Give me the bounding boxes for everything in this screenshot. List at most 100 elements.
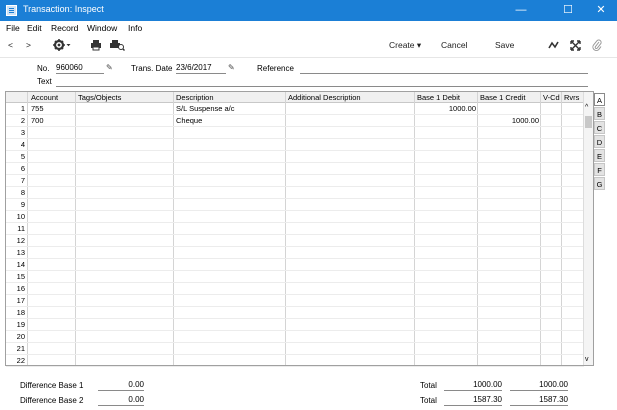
cancel-button[interactable]: Cancel (441, 40, 467, 50)
row-number: 8 (20, 188, 25, 197)
pencil-icon[interactable]: ✎ (228, 63, 235, 72)
table-row[interactable]: 19 (6, 319, 584, 331)
tab-e[interactable]: E (594, 149, 605, 162)
column-base1-credit[interactable]: Base 1 Credit (480, 93, 525, 102)
row-number: 13 (16, 248, 25, 257)
text-field[interactable] (56, 76, 588, 87)
table-row[interactable]: 1 755 S/L Suspense a/c 1000.00 (6, 103, 584, 115)
column-additional-description[interactable]: Additional Description (288, 93, 361, 102)
tab-c[interactable]: C (594, 121, 605, 134)
chevron-up-icon[interactable]: ^ (585, 104, 588, 111)
table-row[interactable]: 5 (6, 151, 584, 163)
trans-date-field[interactable]: 23/6/2017 (176, 63, 226, 74)
row-number: 16 (16, 284, 25, 293)
trans-date-label: Trans. Date (131, 64, 173, 73)
table-row[interactable]: 16 (6, 283, 584, 295)
app-icon (6, 5, 17, 16)
menu-info[interactable]: Info (128, 23, 142, 33)
tab-d[interactable]: D (594, 135, 605, 148)
title-bar: Transaction: Inspect — ☐ ✕ (0, 0, 617, 21)
table-row[interactable]: 13 (6, 247, 584, 259)
table-row[interactable]: 12 (6, 235, 584, 247)
reference-field[interactable] (300, 63, 588, 74)
column-base1-debit[interactable]: Base 1 Debit (417, 93, 460, 102)
toolbar: < > Create ▾ Cancel Save (0, 36, 617, 58)
table-row[interactable]: 18 (6, 307, 584, 319)
column-account[interactable]: Account (31, 93, 58, 102)
save-button[interactable]: Save (495, 40, 514, 50)
row-number: 19 (16, 320, 25, 329)
column-description[interactable]: Description (176, 93, 214, 102)
row-number: 14 (16, 260, 25, 269)
table-row[interactable]: 14 (6, 259, 584, 271)
table-row[interactable]: 6 (6, 163, 584, 175)
minimize-button[interactable]: — (505, 0, 537, 21)
menu-record[interactable]: Record (51, 23, 78, 33)
activity-icon[interactable] (548, 40, 560, 52)
cell-description[interactable]: S/L Suspense a/c (176, 104, 235, 113)
total1-credit: 1000.00 (510, 380, 568, 391)
cell-debit[interactable]: 1000.00 (449, 104, 476, 113)
tab-f[interactable]: F (594, 163, 605, 176)
row-number: 9 (20, 200, 25, 209)
total2-credit: 1587.30 (510, 395, 568, 406)
expand-icon[interactable] (570, 40, 581, 53)
total2-debit: 1587.30 (444, 395, 502, 406)
row-number: 4 (20, 140, 25, 149)
row-number: 2 (20, 116, 25, 125)
table-row[interactable]: 22 (6, 355, 584, 367)
tab-a[interactable]: A (594, 93, 605, 106)
row-number: 17 (16, 296, 25, 305)
table-row[interactable]: 15 (6, 271, 584, 283)
no-label: No. (37, 64, 50, 73)
no-field[interactable]: 960060 (56, 63, 104, 74)
next-record-button[interactable]: > (26, 40, 31, 50)
print-preview-icon[interactable] (109, 39, 125, 53)
cell-account[interactable]: 755 (31, 104, 44, 113)
table-row[interactable]: 3 (6, 127, 584, 139)
row-number: 6 (20, 164, 25, 173)
window-title: Transaction: Inspect (23, 4, 104, 14)
cell-description[interactable]: Cheque (176, 116, 202, 125)
column-rvrs[interactable]: Rvrs (564, 93, 579, 102)
chevron-down-icon[interactable]: v (585, 356, 589, 363)
tab-b[interactable]: B (594, 107, 605, 120)
tab-g[interactable]: G (594, 177, 605, 190)
table-row[interactable]: 2 700 Cheque 1000.00 (6, 115, 584, 127)
table-row[interactable]: 4 (6, 139, 584, 151)
menu-window[interactable]: Window (87, 23, 117, 33)
table-row[interactable]: 10 (6, 211, 584, 223)
pencil-icon[interactable]: ✎ (106, 63, 113, 72)
table-row[interactable]: 9 (6, 199, 584, 211)
table-row[interactable]: 17 (6, 295, 584, 307)
cell-credit[interactable]: 1000.00 (512, 116, 539, 125)
row-number: 12 (16, 236, 25, 245)
vertical-scrollbar[interactable]: ^ v (583, 92, 593, 365)
row-number: 10 (16, 212, 25, 221)
grid-header: Account Tags/Objects Description Additio… (6, 92, 584, 103)
column-tags-objects[interactable]: Tags/Objects (78, 93, 121, 102)
table-row[interactable]: 20 (6, 331, 584, 343)
table-row[interactable]: 8 (6, 187, 584, 199)
table-row[interactable]: 11 (6, 223, 584, 235)
close-button[interactable]: ✕ (585, 0, 617, 21)
menu-file[interactable]: File (6, 23, 20, 33)
row-number: 22 (16, 356, 25, 365)
maximize-button[interactable]: ☐ (552, 0, 584, 21)
cell-account[interactable]: 700 (31, 116, 44, 125)
card-tabs: A B C D E F G (594, 93, 606, 191)
create-button[interactable]: Create ▾ (389, 40, 421, 51)
menu-edit[interactable]: Edit (27, 23, 42, 33)
table-row[interactable]: 7 (6, 175, 584, 187)
paperclip-icon[interactable] (592, 39, 602, 53)
scrollbar-thumb[interactable] (585, 116, 592, 128)
previous-record-button[interactable]: < (8, 40, 13, 50)
row-number: 5 (20, 152, 25, 161)
print-icon[interactable] (90, 39, 102, 53)
difference-base1-value: 0.00 (98, 380, 144, 391)
reference-label: Reference (257, 64, 294, 73)
column-v-cd[interactable]: V-Cd (543, 93, 560, 102)
text-label: Text (37, 77, 52, 86)
gear-icon[interactable] (52, 38, 72, 54)
table-row[interactable]: 21 (6, 343, 584, 355)
